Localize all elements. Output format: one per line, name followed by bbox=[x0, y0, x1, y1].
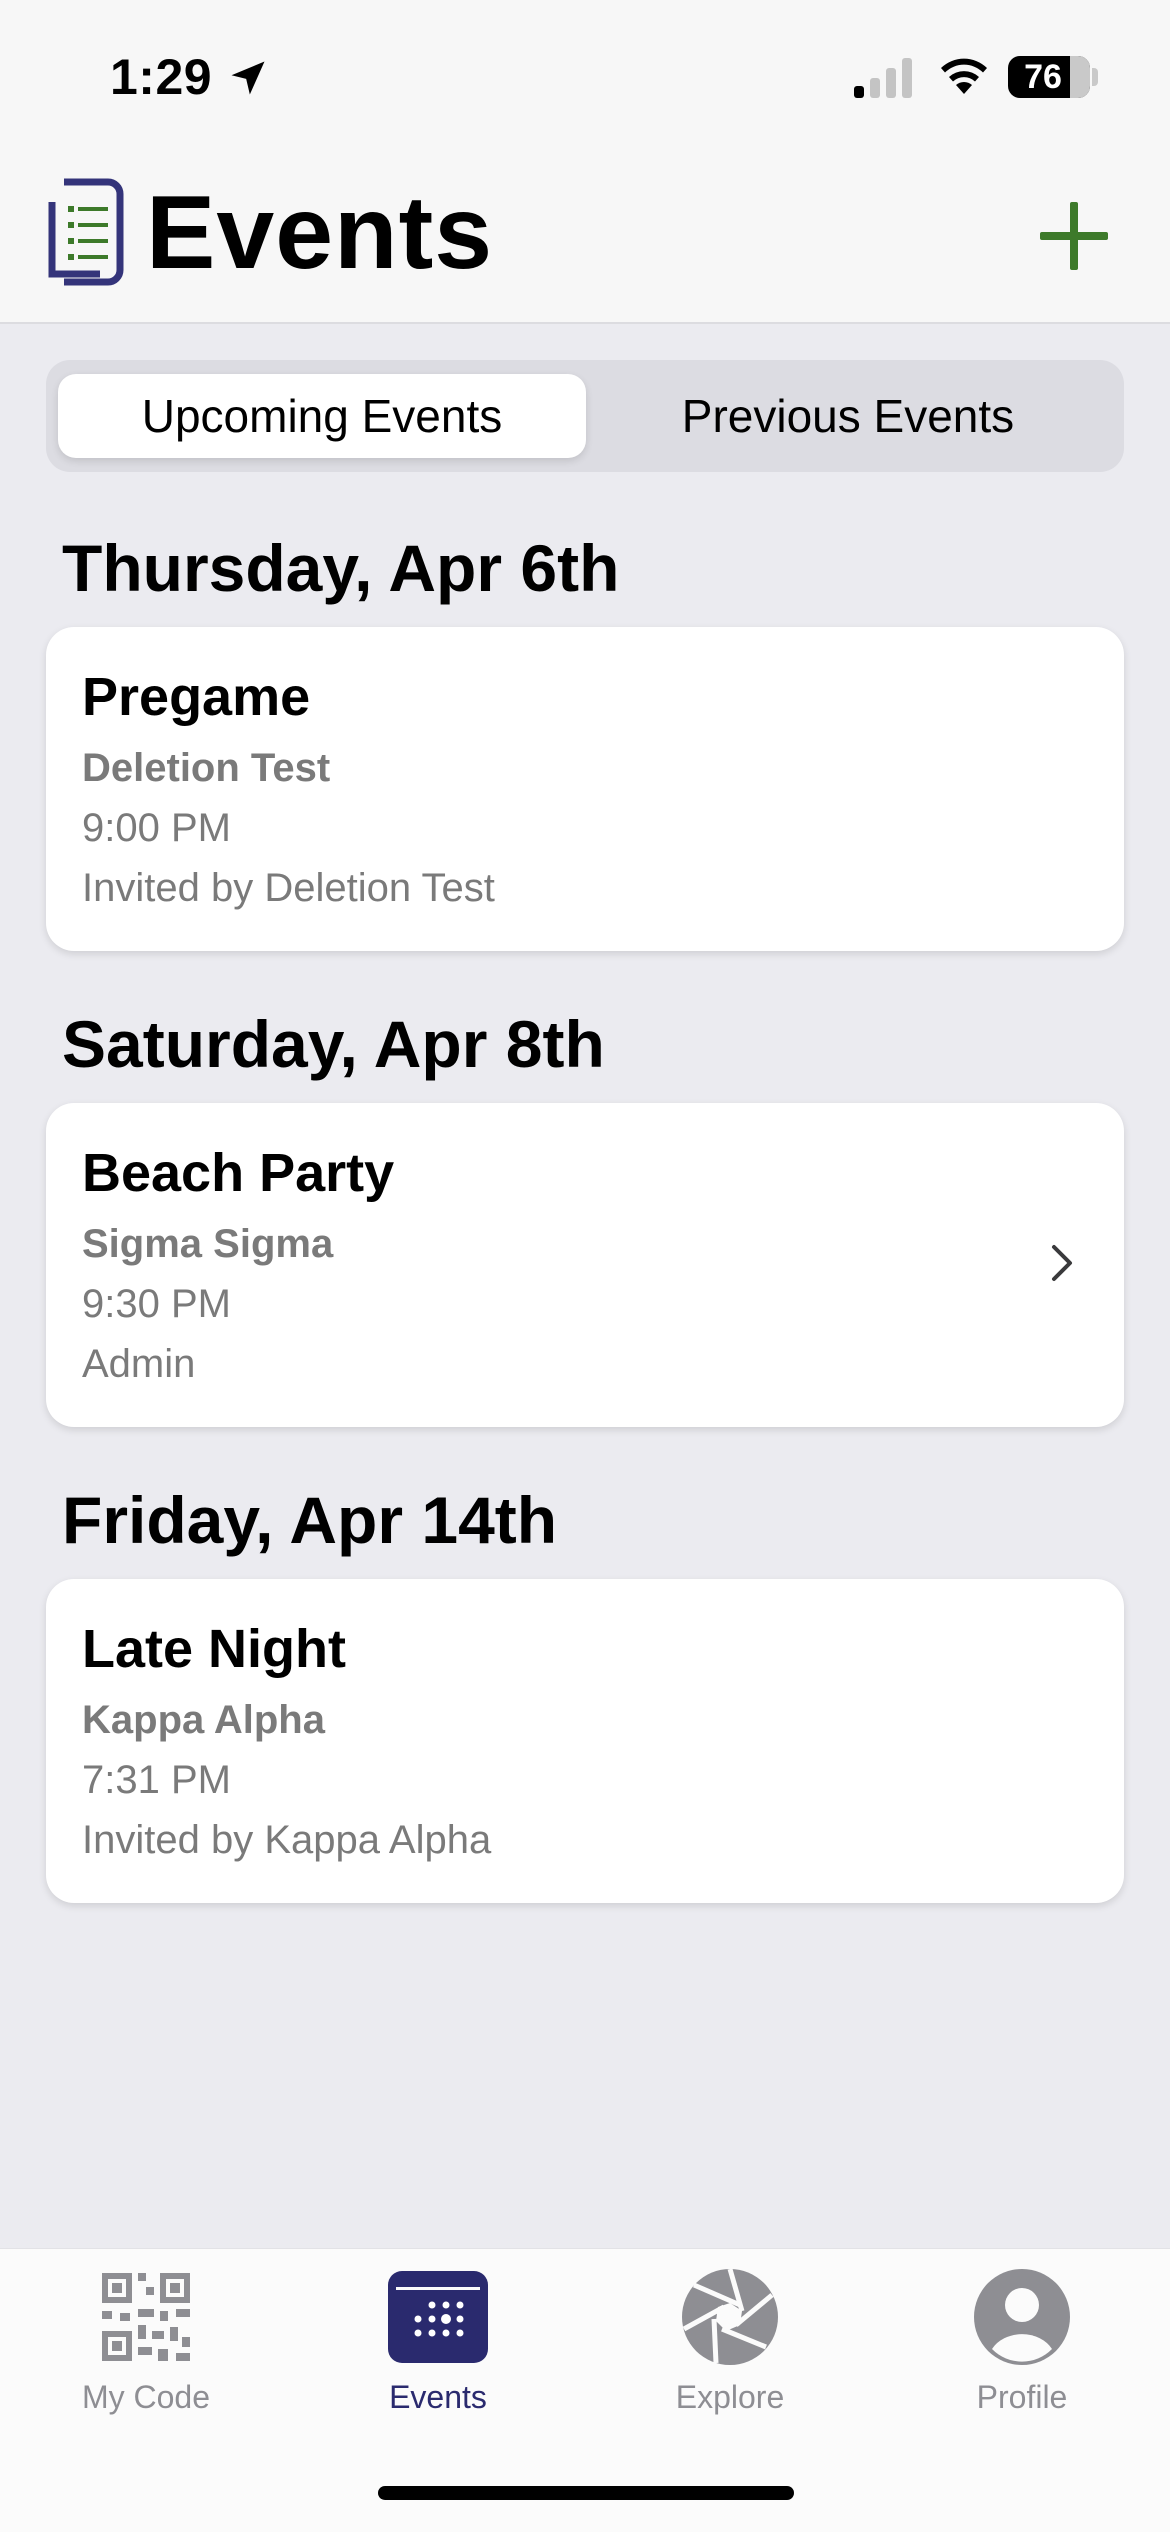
event-card[interactable]: Pregame Deletion Test 9:00 PM Invited by… bbox=[46, 627, 1124, 951]
tab-events[interactable]: Events bbox=[292, 2249, 584, 2449]
home-indicator[interactable] bbox=[378, 2486, 794, 2500]
tab-label: Events bbox=[389, 2379, 487, 2415]
segment-previous-events[interactable]: Previous Events bbox=[584, 374, 1112, 458]
battery-level: 76 bbox=[1024, 58, 1062, 96]
event-host: Kappa Alpha bbox=[82, 1698, 325, 1742]
wifi-icon bbox=[941, 58, 987, 94]
cellular-signal-icon bbox=[854, 58, 912, 98]
event-time: 9:30 PM bbox=[82, 1282, 231, 1326]
tab-explore[interactable]: Explore bbox=[584, 2249, 876, 2449]
plus-icon[interactable] bbox=[1036, 198, 1112, 274]
event-host: Deletion Test bbox=[82, 746, 331, 790]
event-role: Admin bbox=[82, 1342, 196, 1386]
event-time: 7:31 PM bbox=[82, 1758, 231, 1802]
date-heading: Thursday, Apr 6th bbox=[62, 531, 620, 605]
calendar-icon bbox=[388, 2271, 488, 2363]
tab-profile[interactable]: Profile bbox=[876, 2249, 1168, 2449]
event-invite-info: Invited by Kappa Alpha bbox=[82, 1818, 492, 1862]
aperture-icon bbox=[682, 2268, 778, 2365]
event-title: Beach Party bbox=[82, 1143, 395, 1203]
qr-code-icon bbox=[102, 2273, 190, 2361]
event-host: Sigma Sigma bbox=[82, 1222, 334, 1266]
event-title: Late Night bbox=[82, 1619, 346, 1679]
location-arrow-icon bbox=[231, 61, 265, 95]
event-title: Pregame bbox=[82, 667, 311, 727]
page-title: Events bbox=[146, 175, 494, 291]
app-logo-icon bbox=[48, 178, 124, 286]
segment-upcoming-events[interactable]: Upcoming Events bbox=[58, 374, 586, 458]
nav-header: Events bbox=[0, 150, 1170, 324]
event-invite-info: Invited by Deletion Test bbox=[82, 866, 495, 910]
person-icon bbox=[974, 2269, 1070, 2365]
battery-nub bbox=[1092, 68, 1098, 86]
tab-label: Explore bbox=[675, 2379, 785, 2415]
status-bar: 1:29 76 bbox=[0, 0, 1170, 150]
events-segmented-control: Upcoming Events Previous Events bbox=[46, 360, 1124, 472]
event-card[interactable]: Late Night Kappa Alpha 7:31 PM Invited b… bbox=[46, 1579, 1124, 1903]
event-card[interactable]: Beach Party Sigma Sigma 9:30 PM Admin bbox=[46, 1103, 1124, 1427]
tab-label: My Code bbox=[81, 2379, 211, 2415]
chevron-right-icon bbox=[1052, 1245, 1072, 1281]
date-heading: Saturday, Apr 8th bbox=[62, 1007, 605, 1081]
event-time: 9:00 PM bbox=[82, 806, 231, 850]
tab-label: Profile bbox=[976, 2379, 1068, 2415]
battery-icon: 76 bbox=[1008, 56, 1090, 98]
status-time: 1:29 bbox=[110, 49, 213, 105]
date-heading: Friday, Apr 14th bbox=[62, 1483, 558, 1557]
tab-my-code[interactable]: My Code bbox=[0, 2249, 292, 2449]
